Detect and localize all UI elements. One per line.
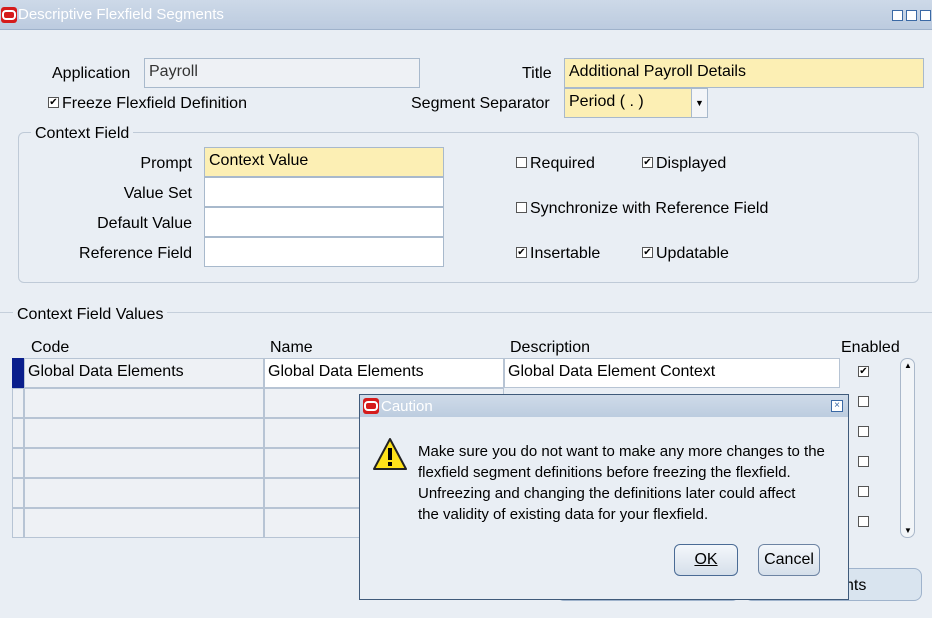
- insertable-checkbox[interactable]: ✔: [516, 247, 527, 258]
- cancel-button[interactable]: Cancel: [758, 544, 820, 576]
- maximize-icon[interactable]: [906, 10, 917, 21]
- close-icon[interactable]: [920, 10, 931, 21]
- code-cell[interactable]: Global Data Elements: [24, 358, 264, 388]
- dialog-close-icon[interactable]: ×: [831, 400, 843, 412]
- dialog-message-line: Unfreezing and changing the definitions …: [418, 485, 796, 502]
- dialog-title: Caution: [381, 398, 433, 415]
- prompt-field[interactable]: Context Value: [204, 147, 444, 177]
- enabled-checkbox[interactable]: [858, 456, 869, 467]
- title-field[interactable]: Additional Payroll Details: [564, 58, 924, 88]
- dialog-title-bar: Caution ×: [360, 395, 848, 417]
- row-selector[interactable]: [12, 388, 24, 418]
- header-code: Code: [31, 339, 70, 356]
- application-label: Application: [52, 65, 131, 82]
- row-selector[interactable]: [12, 508, 24, 538]
- row-selector[interactable]: [12, 478, 24, 508]
- row-selector[interactable]: [12, 448, 24, 478]
- dialog-message: Make sure you do not want to make any mo…: [418, 441, 843, 525]
- ok-button[interactable]: OK: [674, 544, 738, 576]
- separator-label: Segment Separator: [411, 95, 550, 112]
- header-name: Name: [270, 339, 313, 356]
- reference-field-label: Reference Field: [79, 245, 192, 262]
- reference-field-field[interactable]: [204, 237, 444, 267]
- oracle-logo-icon: [363, 398, 379, 414]
- enabled-checkbox[interactable]: ✔: [858, 366, 869, 377]
- displayed-label: Displayed: [656, 155, 727, 172]
- oracle-logo-icon: [1, 7, 17, 23]
- name-cell[interactable]: Global Data Elements: [264, 358, 504, 388]
- header-description: Description: [510, 339, 591, 356]
- code-cell[interactable]: [24, 508, 264, 538]
- freeze-label: Freeze Flexfield Definition: [62, 95, 247, 112]
- application-field[interactable]: Payroll: [144, 58, 420, 88]
- enabled-checkbox[interactable]: [858, 486, 869, 497]
- dialog-message-line: flexfield segment definitions before fre…: [418, 464, 791, 481]
- code-cell[interactable]: [24, 478, 264, 508]
- default-value-field[interactable]: [204, 207, 444, 237]
- code-cell[interactable]: [24, 448, 264, 478]
- code-cell[interactable]: [24, 388, 264, 418]
- updatable-checkbox[interactable]: ✔: [642, 247, 653, 258]
- enabled-checkbox[interactable]: [858, 396, 869, 407]
- description-cell[interactable]: Global Data Element Context: [504, 358, 840, 388]
- vertical-scrollbar[interactable]: ▲ ▼: [900, 358, 915, 538]
- enabled-checkbox[interactable]: [858, 426, 869, 437]
- header-enabled: Enabled: [841, 339, 900, 356]
- chevron-down-icon[interactable]: ▼: [691, 88, 708, 118]
- ok-button-label: OK: [694, 551, 718, 568]
- sync-label: Synchronize with Reference Field: [530, 200, 769, 217]
- enabled-checkbox[interactable]: [858, 516, 869, 527]
- value-set-label: Value Set: [123, 185, 192, 202]
- required-checkbox[interactable]: [516, 157, 527, 168]
- window-title-bar: Descriptive Flexfield Segments: [0, 0, 932, 30]
- sync-checkbox[interactable]: [516, 202, 527, 213]
- code-cell[interactable]: [24, 418, 264, 448]
- updatable-label: Updatable: [656, 245, 729, 262]
- window-title: Descriptive Flexfield Segments: [18, 6, 224, 23]
- default-value-label: Default Value: [97, 215, 192, 232]
- required-label: Required: [530, 155, 595, 172]
- caution-dialog: Caution × Make sure you do not want to m…: [359, 394, 849, 600]
- cancel-button-label: Cancel: [764, 551, 814, 568]
- scroll-down-icon[interactable]: ▼: [904, 526, 912, 535]
- row-selector-current[interactable]: [12, 358, 24, 388]
- warning-icon: [373, 438, 407, 470]
- title-label: Title: [522, 65, 552, 82]
- insertable-label: Insertable: [530, 245, 601, 262]
- separator-select[interactable]: Period ( . ): [564, 88, 692, 118]
- value-set-field[interactable]: [204, 177, 444, 207]
- freeze-checkbox[interactable]: ✔: [48, 97, 59, 108]
- row-selector[interactable]: [12, 418, 24, 448]
- context-values-title: Context Field Values: [13, 306, 168, 324]
- scroll-up-icon[interactable]: ▲: [904, 361, 912, 370]
- displayed-checkbox[interactable]: ✔: [642, 157, 653, 168]
- minimize-icon[interactable]: [892, 10, 903, 21]
- context-field-title: Context Field: [31, 125, 134, 143]
- dialog-message-line: Make sure you do not want to make any mo…: [418, 443, 825, 460]
- dialog-message-line: the validity of existing data for your f…: [418, 506, 709, 523]
- prompt-label: Prompt: [140, 155, 192, 172]
